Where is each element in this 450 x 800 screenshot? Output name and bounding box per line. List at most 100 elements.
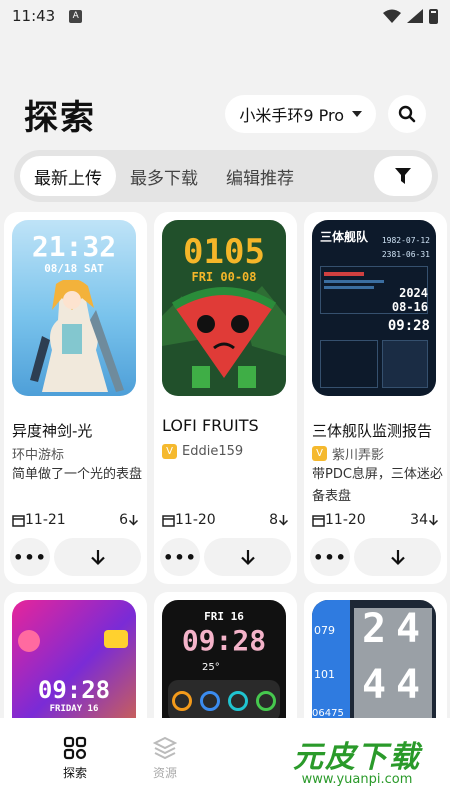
panel-bar: [324, 280, 384, 283]
sort-tabs: 最新上传 最多下载 编辑推荐: [14, 150, 438, 202]
face-month-day: 08-16: [391, 300, 428, 314]
digit: 4: [362, 662, 387, 708]
card-meta: 11-20 8: [162, 512, 289, 528]
heart-widget: [18, 630, 40, 652]
more-icon: •••: [163, 547, 197, 567]
watermark-url: www.yuanpi.com: [301, 771, 413, 787]
character-illustration: [30, 280, 124, 392]
verified-icon: V: [312, 446, 327, 461]
card-title: 三体舰队监测报告: [312, 422, 433, 440]
panel-bar: [324, 286, 374, 289]
card-title: LOFI FRUITS: [162, 416, 259, 435]
verified-icon: V: [162, 444, 177, 459]
ring: [200, 691, 220, 711]
watermark-logo: 元皮下载 www.yuanpi.com: [272, 724, 442, 794]
card-title: 异度神剑-光: [12, 422, 93, 440]
download-count: 34: [410, 512, 428, 528]
watchface-card[interactable]: 0105 FRI 00-08 LOFI FRUITS V Eddie159 11…: [154, 212, 297, 584]
search-button[interactable]: [388, 95, 426, 133]
face-title: 三体舰队: [320, 230, 369, 244]
face-time: 09:28: [387, 318, 430, 334]
nav-explore[interactable]: 探索: [30, 718, 120, 800]
face-day: FRI 16: [204, 610, 244, 623]
card-description: 带PDC息屏，三体迷必备表盘: [312, 467, 443, 504]
tab-editor-picks[interactable]: 编辑推荐: [212, 156, 308, 196]
ring: [228, 691, 248, 711]
download-icon: [90, 550, 105, 566]
watchface-grid: 21:32 08/18 SAT 异度神剑-光 环中游标 简单做了一个光的表盘 1…: [4, 212, 447, 762]
tab-latest[interactable]: 最新上传: [20, 156, 116, 196]
download-icon: [240, 550, 255, 566]
download-button[interactable]: [204, 538, 291, 576]
battery-widget: [104, 630, 128, 648]
digit: 4: [396, 662, 421, 708]
more-icon: •••: [13, 547, 47, 567]
nav-resources[interactable]: 资源: [120, 718, 210, 800]
upload-date: 11-20: [175, 512, 216, 528]
page-title: 探索: [24, 97, 96, 138]
digit: 2: [362, 606, 387, 652]
watchface-thumbnail[interactable]: 21:32 08/18 SAT: [12, 220, 136, 396]
face-date: FRI 00-08: [191, 270, 257, 284]
calendar-icon: [162, 514, 175, 527]
face-time: 09:28: [181, 624, 267, 657]
face-date: 1982-07-12: [381, 236, 430, 245]
notification-a-icon: A: [69, 9, 83, 23]
battery-icon: [429, 8, 438, 24]
card-meta: 11-20 34: [312, 512, 439, 528]
search-icon: [398, 105, 416, 123]
caret-down-icon: [352, 111, 362, 117]
more-icon: •••: [313, 547, 347, 567]
face-temp: 25°: [202, 662, 220, 673]
status-bar: 11:43 A: [0, 0, 450, 32]
face-date: FRIDAY 16: [49, 704, 99, 714]
device-select[interactable]: 小米手环9 Pro: [225, 95, 376, 133]
watchface-card[interactable]: 21:32 08/18 SAT 异度神剑-光 环中游标 简单做了一个光的表盘 1…: [4, 212, 147, 584]
device-select-label: 小米手环9 Pro: [239, 106, 344, 125]
face-num: 2381-06-31: [381, 250, 430, 259]
layers-icon: [153, 736, 177, 760]
download-small-icon: [128, 515, 139, 526]
nav-label: 探索: [62, 766, 87, 780]
activity-rings: [168, 680, 280, 722]
download-count: 6: [119, 512, 128, 528]
face-year: 2024: [399, 286, 428, 300]
wifi-icon: [383, 9, 401, 23]
card-meta: 11-21 6: [12, 512, 139, 528]
stats-panel: [320, 340, 378, 388]
download-button[interactable]: [354, 538, 441, 576]
filter-icon: [395, 167, 411, 184]
upload-date: 11-20: [325, 512, 366, 528]
watermark-text: 元皮下载: [293, 739, 421, 775]
ring: [256, 691, 276, 711]
tab-most-downloaded[interactable]: 最多下载: [116, 156, 212, 196]
watchface-thumbnail[interactable]: 0105 FRI 00-08: [162, 220, 286, 396]
watermelon-illustration: [162, 286, 286, 388]
panel-bar: [324, 272, 364, 276]
watchface-thumbnail[interactable]: 三体舰队 1982-07-12 2381-06-31 2024 08-16 09…: [312, 220, 436, 396]
card-author: V Eddie159: [162, 444, 243, 459]
calendar-icon: [12, 514, 25, 527]
download-count: 8: [269, 512, 278, 528]
side-value: 101: [314, 668, 335, 681]
face-time: 21:32: [31, 230, 117, 263]
author-name: 环中游标: [12, 448, 65, 463]
calendar-icon: [312, 514, 325, 527]
digit: 4: [396, 606, 421, 652]
grid-icon: [63, 736, 87, 760]
download-small-icon: [278, 515, 289, 526]
filter-button[interactable]: [374, 156, 432, 196]
more-button[interactable]: •••: [10, 538, 50, 576]
watchface-card[interactable]: 三体舰队 1982-07-12 2381-06-31 2024 08-16 09…: [304, 212, 447, 584]
face-date: 08/18 SAT: [44, 262, 104, 275]
status-time: 11:43: [12, 7, 56, 25]
radar-panel: [382, 340, 428, 388]
download-button[interactable]: [54, 538, 141, 576]
author-name: Eddie159: [182, 444, 244, 459]
more-button[interactable]: •••: [160, 538, 200, 576]
more-button[interactable]: •••: [310, 538, 350, 576]
header: 探索 小米手环9 Pro: [24, 92, 426, 138]
download-small-icon: [428, 515, 439, 526]
signal-icon: [407, 9, 423, 23]
side-value: 079: [314, 624, 335, 637]
